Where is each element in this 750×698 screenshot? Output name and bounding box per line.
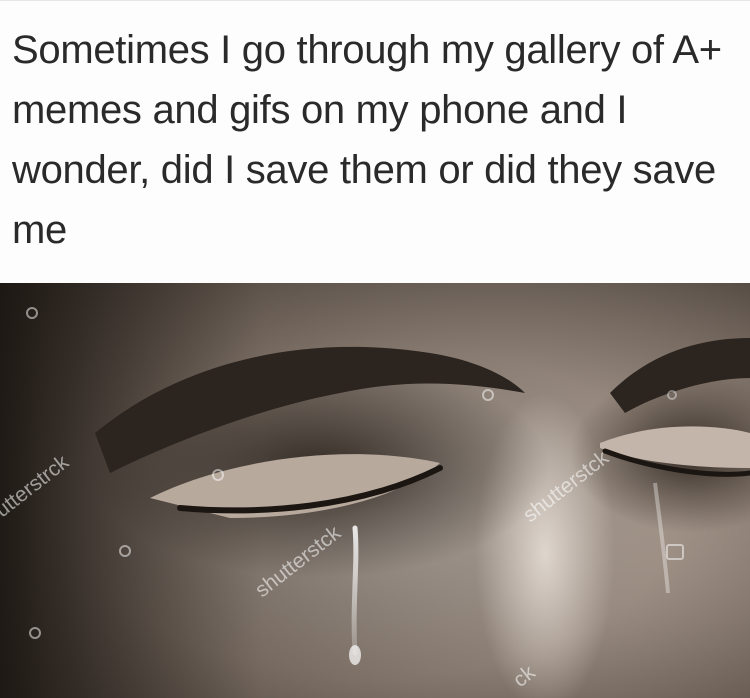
tear-track xyxy=(351,525,359,656)
crying-face-photo: utterstr⁠ck shutterst⁠ck shutterst⁠ck ck xyxy=(0,283,750,698)
face-illustration: utterstr⁠ck shutterst⁠ck shutterst⁠ck ck xyxy=(0,283,750,698)
divider xyxy=(0,0,750,1)
meme-caption: Sometimes I go through my gallery of A+ … xyxy=(12,28,722,252)
meme-page: Sometimes I go through my gallery of A+ … xyxy=(0,0,750,698)
tear-drop xyxy=(349,645,361,665)
